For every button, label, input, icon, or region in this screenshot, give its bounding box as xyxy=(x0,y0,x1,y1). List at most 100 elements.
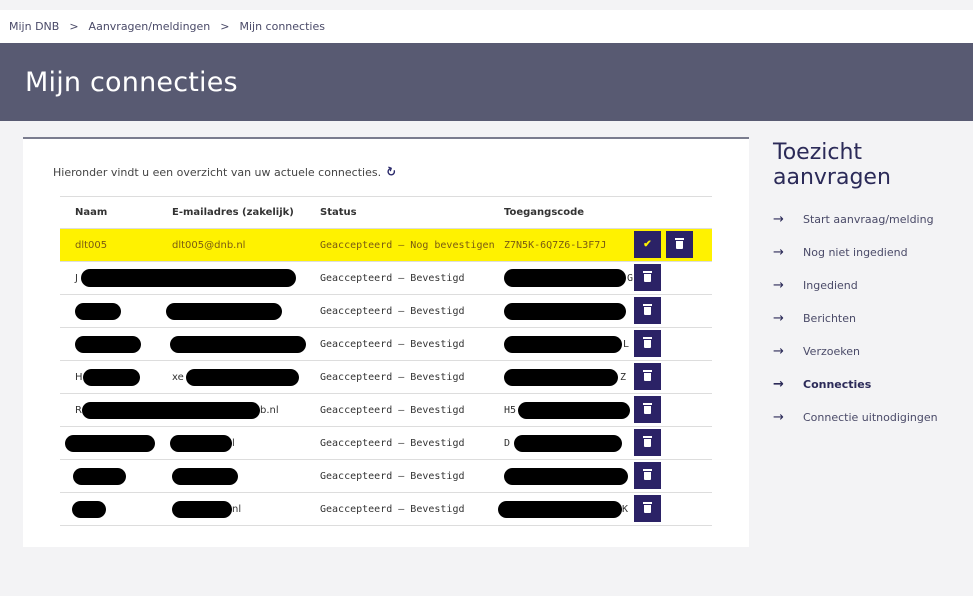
delete-button[interactable] xyxy=(634,429,661,456)
table-row: J Geaccepteerd – Bevestigd G xyxy=(60,262,712,295)
redaction-mark xyxy=(166,303,282,320)
trash-icon xyxy=(643,435,652,447)
redaction-mark xyxy=(518,402,630,419)
table-row: H xe Geaccepteerd – Bevestigd Z xyxy=(60,361,712,394)
sidebar-item-label: Ingediend xyxy=(803,279,858,292)
row-status: Geaccepteerd – Nog bevestigen xyxy=(320,239,495,251)
arrow-right-icon: → xyxy=(773,278,784,293)
row-name: H xyxy=(75,371,83,383)
refresh-icon[interactable]: ↻ xyxy=(384,164,398,181)
sidebar-item-nog-niet-ingediend[interactable]: → Nog niet ingediend xyxy=(773,236,963,269)
trash-icon xyxy=(643,270,652,282)
trash-icon xyxy=(643,402,652,414)
row-name: J xyxy=(75,272,78,284)
sidebar-item-label: Connecties xyxy=(803,378,872,391)
row-status: Geaccepteerd – Bevestigd xyxy=(320,272,465,284)
table-row: Geaccepteerd – Bevestigd xyxy=(60,295,712,328)
delete-button[interactable] xyxy=(634,330,661,357)
row-status: Geaccepteerd – Bevestigd xyxy=(320,371,465,383)
redaction-mark xyxy=(186,369,299,386)
confirm-button[interactable]: ✔ xyxy=(634,231,661,258)
row-status: Geaccepteerd – Bevestigd xyxy=(320,437,465,449)
trash-icon xyxy=(643,468,652,480)
page-banner: Mijn connecties xyxy=(0,43,973,121)
row-code: Z7N5K-6Q7Z6-L3F7J xyxy=(504,239,607,251)
sidebar-item-label: Start aanvraag/melding xyxy=(803,213,934,226)
arrow-right-icon: → xyxy=(773,212,784,227)
row-code: K xyxy=(622,503,629,515)
redaction-mark xyxy=(504,336,622,353)
row-status: Geaccepteerd – Bevestigd xyxy=(320,305,465,317)
arrow-right-icon: → xyxy=(773,344,784,359)
row-email: l xyxy=(232,437,235,449)
redaction-mark xyxy=(172,468,238,485)
row-status: Geaccepteerd – Bevestigd xyxy=(320,338,465,350)
redaction-mark xyxy=(498,501,622,518)
arrow-right-icon: → xyxy=(773,245,784,260)
redaction-mark xyxy=(72,501,106,518)
table-header: Naam E-mailadres (zakelijk) Status Toega… xyxy=(60,197,712,229)
sidebar-item-berichten[interactable]: → Berichten xyxy=(773,302,963,335)
redaction-mark xyxy=(75,303,121,320)
sidebar-item-verzoeken[interactable]: → Verzoeken xyxy=(773,335,963,368)
trash-icon xyxy=(643,336,652,348)
breadcrumb-mijn-dnb[interactable]: Mijn DNB xyxy=(9,20,59,33)
arrow-right-icon: → xyxy=(773,377,784,392)
column-header-toegangscode: Toegangscode xyxy=(504,207,585,218)
trash-icon xyxy=(643,303,652,315)
sidebar-item-ingediend[interactable]: → Ingediend xyxy=(773,269,963,302)
table-row: Geaccepteerd – Bevestigd L xyxy=(60,328,712,361)
column-header-status: Status xyxy=(320,207,357,218)
redaction-mark xyxy=(73,468,126,485)
table-row: nl Geaccepteerd – Bevestigd K xyxy=(60,493,712,526)
delete-button[interactable] xyxy=(634,462,661,489)
trash-icon xyxy=(675,237,684,249)
breadcrumb-current: Mijn connecties xyxy=(239,20,325,33)
row-status: Geaccepteerd – Bevestigd xyxy=(320,503,465,515)
sidebar-item-label: Berichten xyxy=(803,312,856,325)
breadcrumb-aanvragen[interactable]: Aanvragen/meldingen xyxy=(89,20,211,33)
redaction-mark xyxy=(514,435,622,452)
redaction-mark xyxy=(75,336,141,353)
sidebar-item-connecties[interactable]: → Connecties xyxy=(773,368,963,401)
intro-text: Hieronder vindt u een overzicht van uw a… xyxy=(53,165,382,179)
arrow-right-icon: → xyxy=(773,311,784,326)
checkmark-icon: ✔ xyxy=(643,239,652,250)
sidebar-item-label: Verzoeken xyxy=(803,345,860,358)
redaction-mark xyxy=(170,435,232,452)
intro-line: Hieronder vindt u een overzicht van uw a… xyxy=(53,164,398,181)
delete-button[interactable] xyxy=(666,231,693,258)
delete-button[interactable] xyxy=(634,264,661,291)
row-email: b.nl xyxy=(260,404,279,416)
redaction-mark xyxy=(81,269,296,287)
redaction-mark xyxy=(82,402,260,419)
redaction-mark xyxy=(504,303,626,320)
redaction-mark xyxy=(172,501,232,518)
delete-button[interactable] xyxy=(634,396,661,423)
row-status: Geaccepteerd – Bevestigd xyxy=(320,404,465,416)
sidebar-item-label: Nog niet ingediend xyxy=(803,246,908,259)
breadcrumb-separator: > xyxy=(69,20,79,33)
delete-button[interactable] xyxy=(634,495,661,522)
sidebar-menu: → Start aanvraag/melding → Nog niet ingedi… xyxy=(773,203,963,434)
connections-table: Naam E-mailadres (zakelijk) Status Toega… xyxy=(60,196,712,526)
connections-panel: Hieronder vindt u een overzicht van uw a… xyxy=(23,137,749,547)
row-code: H5 xyxy=(504,404,517,416)
arrow-right-icon: → xyxy=(773,410,784,425)
sidebar-item-start-aanvraag[interactable]: → Start aanvraag/melding xyxy=(773,203,963,236)
sidebar-item-connectie-uitnodigingen[interactable]: → Connectie uitnodigingen xyxy=(773,401,963,434)
sidebar-item-label: Connectie uitnodigingen xyxy=(803,411,938,424)
redaction-mark xyxy=(83,369,140,386)
trash-icon xyxy=(643,369,652,381)
breadcrumb: Mijn DNB > Aanvragen/meldingen > Mijn co… xyxy=(0,10,973,43)
sidebar: Toezicht aanvragen → Start aanvraag/meldi… xyxy=(773,140,963,434)
row-code: D xyxy=(504,437,511,449)
table-row: l Geaccepteerd – Bevestigd D xyxy=(60,427,712,460)
row-email: xe xyxy=(172,371,184,383)
delete-button[interactable] xyxy=(634,363,661,390)
redaction-mark xyxy=(504,269,626,287)
page-title: Mijn connecties xyxy=(25,66,238,98)
delete-button[interactable] xyxy=(634,297,661,324)
row-code: G xyxy=(627,272,634,284)
row-name: R xyxy=(75,404,82,416)
